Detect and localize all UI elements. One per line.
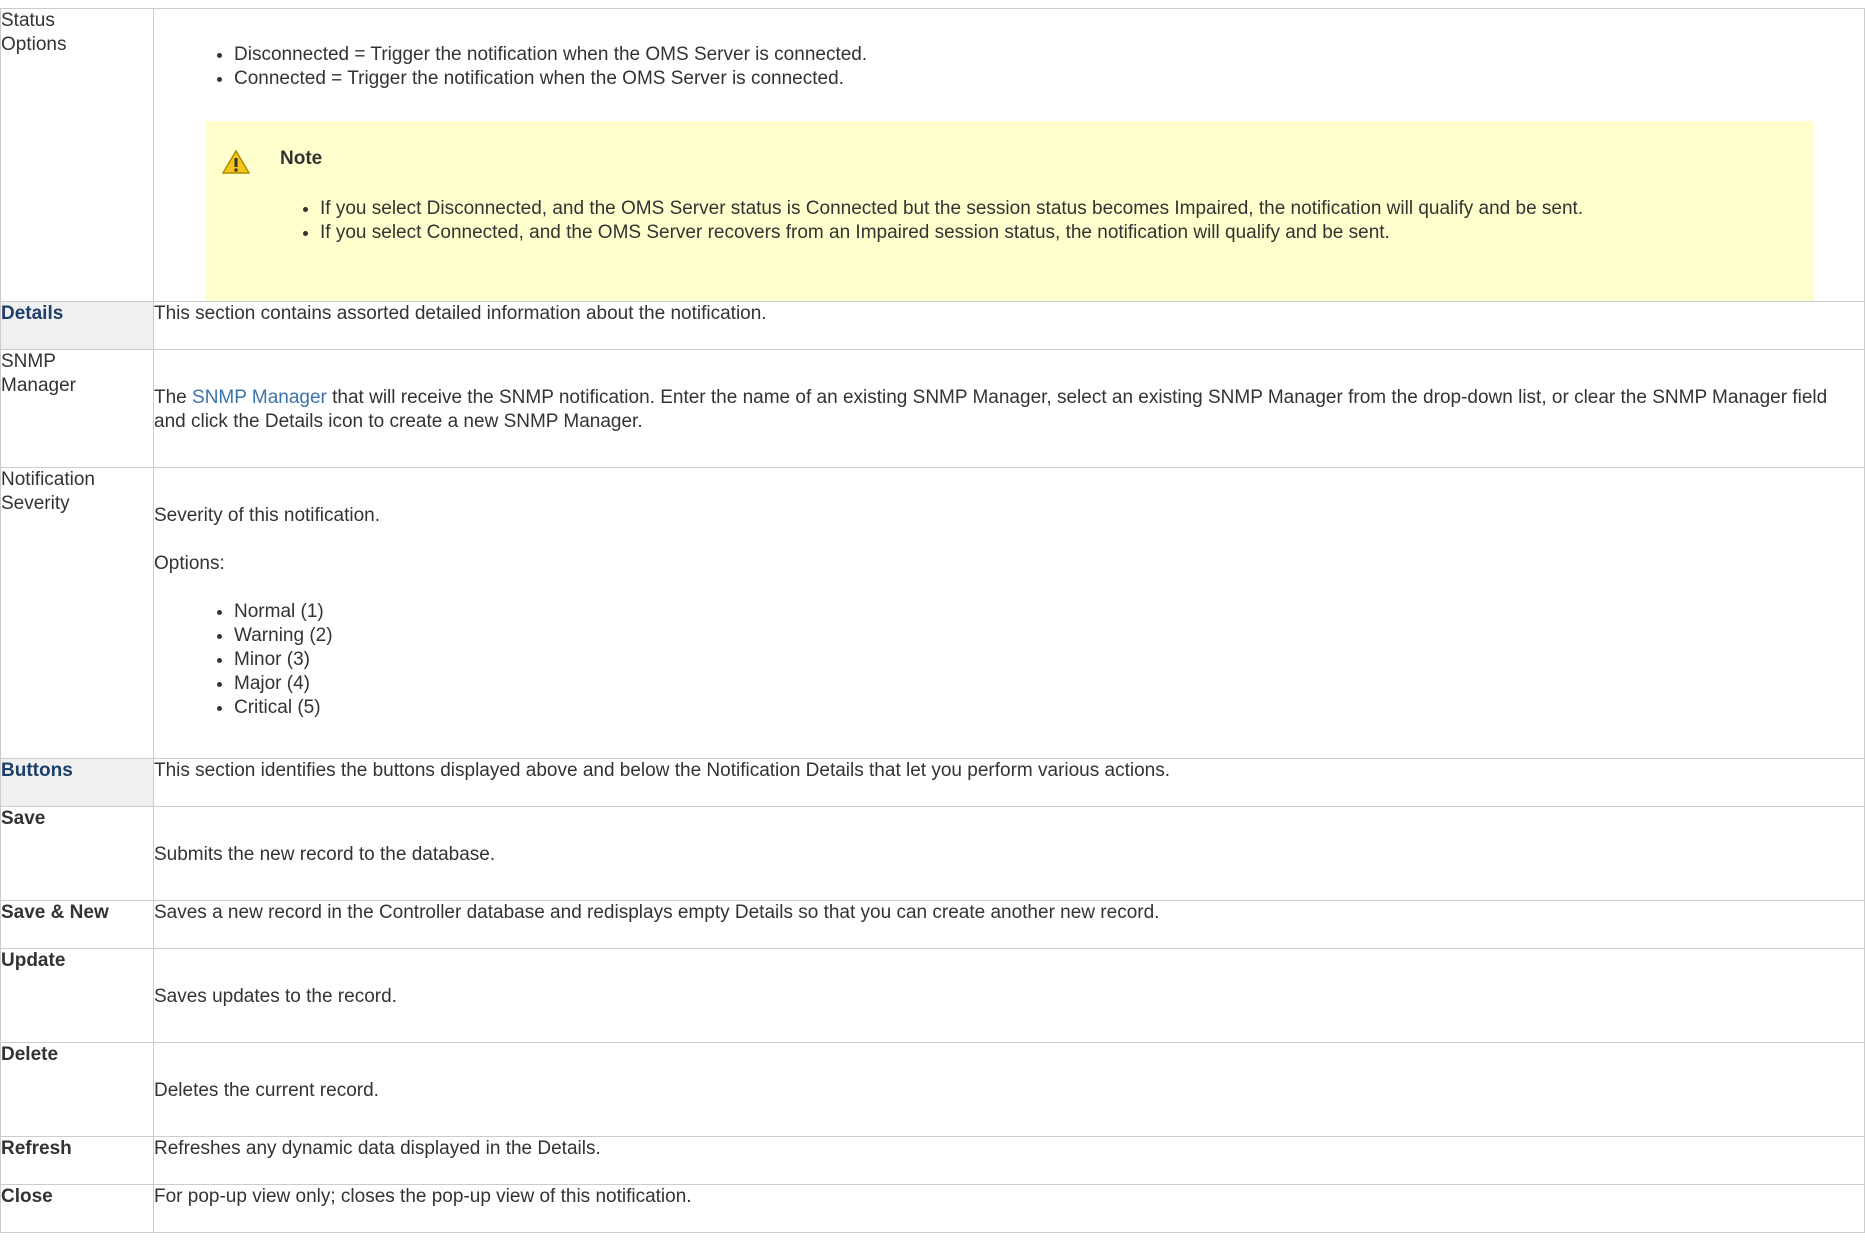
description-text: For pop-up view only; closes the pop-up … <box>154 1186 692 1207</box>
row-label-line: SNMP <box>1 351 56 372</box>
section-description: This section contains assorted detailed … <box>154 303 767 324</box>
row-label: Save & New <box>0 900 154 949</box>
table-row: Status Options Disconnected = Trigger th… <box>0 8 1865 302</box>
severity-options-list: Normal (1) Warning (2) Minor (3) Major (… <box>154 600 1864 720</box>
status-options-list: Disconnected = Trigger the notification … <box>154 43 1864 91</box>
section-description: This section identifies the buttons disp… <box>154 760 1171 781</box>
table-row: Update Saves updates to the record. <box>0 948 1865 1043</box>
description-text: that will receive the SNMP notification.… <box>154 387 1828 432</box>
note-title: Note <box>280 148 323 169</box>
section-header-label: Details <box>0 301 154 350</box>
row-label-line: Status <box>1 10 55 31</box>
table-row: Details This section contains assorted d… <box>0 301 1865 350</box>
table-row: Notification Severity Severity of this n… <box>0 467 1865 759</box>
section-header-label: Buttons <box>0 758 154 807</box>
row-label: Status Options <box>0 8 154 302</box>
table-row: Refresh Refreshes any dynamic data displ… <box>0 1136 1865 1185</box>
description-text: Severity of this notification. <box>154 505 380 526</box>
table-row: Close For pop-up view only; closes the p… <box>0 1184 1865 1233</box>
list-item: Minor (3) <box>234 648 1864 672</box>
note-panel: Note If you select Disconnected, and the… <box>206 121 1814 301</box>
row-label: Update <box>0 948 154 1043</box>
row-label: Save <box>0 806 154 901</box>
row-content: Disconnected = Trigger the notification … <box>153 8 1865 302</box>
note-list: If you select Disconnected, and the OMS … <box>294 197 1583 245</box>
row-label: Close <box>0 1184 154 1233</box>
snmp-manager-link[interactable]: SNMP Manager <box>192 387 327 408</box>
row-content: Saves a new record in the Controller dat… <box>153 900 1865 949</box>
row-content: Severity of this notification. Options: … <box>153 467 1865 759</box>
description-text: Saves updates to the record. <box>154 986 397 1007</box>
warning-icon <box>221 149 251 182</box>
row-label: Notification Severity <box>0 467 154 759</box>
options-label: Options: <box>154 553 225 574</box>
table-row: SNMP Manager The SNMP Manager that will … <box>0 349 1865 468</box>
table-row: Buttons This section identifies the butt… <box>0 758 1865 807</box>
row-content: Deletes the current record. <box>153 1042 1865 1137</box>
section-title: Details <box>1 303 64 324</box>
list-item: If you select Connected, and the OMS Ser… <box>320 221 1583 245</box>
row-content: Refreshes any dynamic data displayed in … <box>153 1136 1865 1185</box>
section-title: Buttons <box>1 760 73 781</box>
list-item: Warning (2) <box>234 624 1864 648</box>
field-description-table: Status Options Disconnected = Trigger th… <box>0 8 1865 1233</box>
list-item: If you select Disconnected, and the OMS … <box>320 197 1583 221</box>
table-row: Save & New Saves a new record in the Con… <box>0 900 1865 949</box>
list-item: Connected = Trigger the notification whe… <box>234 67 1864 91</box>
description-text: Refreshes any dynamic data displayed in … <box>154 1138 601 1159</box>
table-row: Delete Deletes the current record. <box>0 1042 1865 1137</box>
list-item: Critical (5) <box>234 696 1864 720</box>
list-item: Normal (1) <box>234 600 1864 624</box>
description-text: Saves a new record in the Controller dat… <box>154 902 1160 923</box>
row-content: The SNMP Manager that will receive the S… <box>153 349 1865 468</box>
row-label-line: Options <box>1 34 67 55</box>
list-item: Major (4) <box>234 672 1864 696</box>
row-content: Saves updates to the record. <box>153 948 1865 1043</box>
table-row: Save Submits the new record to the datab… <box>0 806 1865 901</box>
description-text: The <box>154 387 193 408</box>
row-label-line: Severity <box>1 493 70 514</box>
list-item: Disconnected = Trigger the notification … <box>234 43 1864 67</box>
row-content: This section contains assorted detailed … <box>153 301 1865 350</box>
description-text: Deletes the current record. <box>154 1080 379 1101</box>
row-label: Delete <box>0 1042 154 1137</box>
row-content: Submits the new record to the database. <box>153 806 1865 901</box>
row-label-line: Manager <box>1 375 76 396</box>
row-content: For pop-up view only; closes the pop-up … <box>153 1184 1865 1233</box>
row-content: This section identifies the buttons disp… <box>153 758 1865 807</box>
row-label-line: Notification <box>1 469 95 490</box>
row-label: SNMP Manager <box>0 349 154 468</box>
row-label: Refresh <box>0 1136 154 1185</box>
description-text: Submits the new record to the database. <box>154 844 496 865</box>
